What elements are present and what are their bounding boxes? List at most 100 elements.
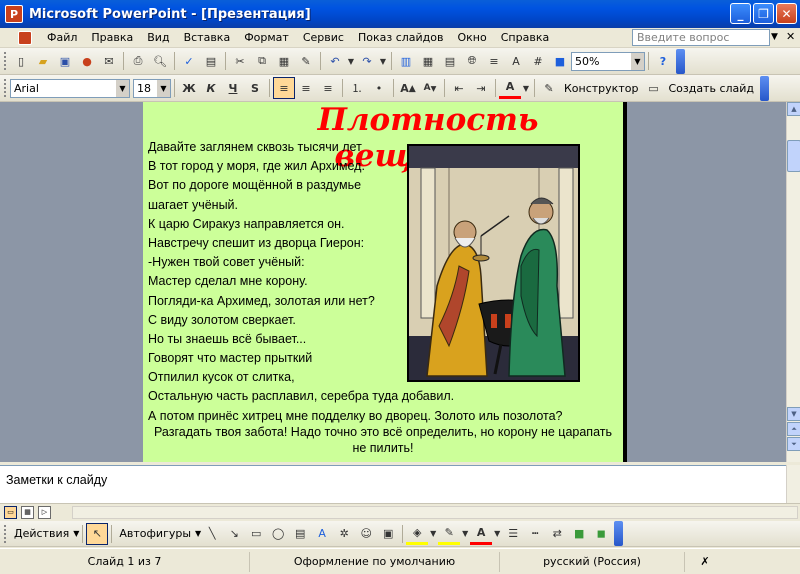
format-painter-icon[interactable]: ✎ bbox=[295, 50, 317, 72]
zoom-dropdown-icon[interactable]: ▼ bbox=[631, 52, 644, 70]
align-right-icon[interactable]: ≡ bbox=[317, 77, 339, 99]
slide-sorter-icon[interactable]: ▦ bbox=[21, 505, 34, 519]
shadow-button[interactable]: S bbox=[244, 77, 266, 99]
slide-canvas[interactable]: Плотность вещества Давайте заглянем скво… bbox=[143, 102, 627, 462]
toolbar-grip[interactable] bbox=[4, 52, 7, 70]
menu-slideshow[interactable]: Показ слайдов bbox=[351, 31, 451, 44]
wordart-icon[interactable]: A bbox=[311, 523, 333, 545]
increase-font-icon[interactable]: A ▲ bbox=[397, 77, 419, 99]
slideshow-icon[interactable]: ▷ bbox=[38, 505, 51, 519]
font-color-dropdown-icon[interactable]: ▼ bbox=[521, 77, 531, 99]
powerpoint-app-icon[interactable]: P bbox=[5, 5, 23, 23]
font-color-drawing-dropdown-icon[interactable]: ▼ bbox=[492, 523, 502, 545]
show-formatting-icon[interactable]: A bbox=[505, 50, 527, 72]
menu-file[interactable]: Файл bbox=[40, 31, 84, 44]
toolbar-grip[interactable] bbox=[4, 524, 7, 543]
toolbar-options-icon[interactable] bbox=[760, 75, 770, 101]
numbering-icon[interactable]: ⒈ bbox=[346, 77, 368, 99]
bullets-icon[interactable]: • bbox=[368, 77, 390, 99]
notes-scrollbar[interactable] bbox=[786, 465, 800, 503]
italic-button[interactable]: К bbox=[200, 77, 222, 99]
align-left-icon[interactable]: ≡ bbox=[273, 77, 295, 99]
arrow-icon[interactable]: ↘ bbox=[223, 523, 245, 545]
menu-tools[interactable]: Сервис bbox=[296, 31, 351, 44]
undo-dropdown-icon[interactable]: ▼ bbox=[346, 50, 356, 72]
undo-icon[interactable]: ↶ bbox=[324, 50, 346, 72]
align-center-icon[interactable]: ≡ bbox=[295, 77, 317, 99]
diagram-icon[interactable]: ✲ bbox=[333, 523, 355, 545]
archimedes-illustration[interactable] bbox=[407, 144, 580, 382]
new-icon[interactable]: ▯ bbox=[10, 50, 32, 72]
toolbar-grip[interactable] bbox=[4, 79, 7, 97]
toolbar-options-icon[interactable] bbox=[676, 48, 685, 74]
normal-view-icon[interactable]: ▭ bbox=[4, 505, 17, 519]
increase-indent-icon[interactable]: ⇥ bbox=[470, 77, 492, 99]
document-icon[interactable] bbox=[18, 30, 32, 45]
line-color-icon[interactable]: ✎ bbox=[438, 523, 461, 545]
textbox-icon[interactable]: ▤ bbox=[289, 523, 311, 545]
restore-button[interactable]: ❐ bbox=[753, 3, 774, 24]
print-preview-icon[interactable]: 🔍︎ bbox=[149, 50, 171, 72]
menu-help[interactable]: Справка bbox=[494, 31, 556, 44]
save-icon[interactable]: ▣ bbox=[54, 50, 76, 72]
line-style-icon[interactable]: ☰ bbox=[502, 523, 524, 545]
underline-button[interactable]: Ч bbox=[222, 77, 244, 99]
font-color-icon[interactable]: A bbox=[499, 77, 521, 99]
line-color-dropdown-icon[interactable]: ▼ bbox=[460, 523, 470, 545]
insert-chart-icon[interactable]: ▥ bbox=[395, 50, 417, 72]
document-close-icon[interactable]: ✕ bbox=[786, 30, 795, 43]
decrease-indent-icon[interactable]: ⇤ bbox=[448, 77, 470, 99]
print-icon[interactable]: ⎙ bbox=[127, 50, 149, 72]
font-select[interactable]: Arial ▼ bbox=[10, 78, 130, 98]
actions-menu[interactable]: Действия bbox=[10, 527, 73, 540]
scroll-up-icon[interactable]: ▲ bbox=[787, 102, 800, 116]
decrease-font-icon[interactable]: A ▼ bbox=[419, 77, 441, 99]
help-icon[interactable]: ? bbox=[652, 50, 674, 72]
menu-format[interactable]: Формат bbox=[237, 31, 296, 44]
arrow-style-icon[interactable]: ⇄ bbox=[546, 523, 568, 545]
designer-button[interactable]: Конструктор bbox=[560, 82, 642, 95]
ask-dropdown-icon[interactable]: ▼ bbox=[771, 32, 778, 42]
permission-icon[interactable]: ● bbox=[76, 50, 98, 72]
close-button[interactable]: ✕ bbox=[776, 3, 797, 24]
zoom-select[interactable]: 50% ▼ bbox=[571, 51, 645, 71]
new-slide-icon[interactable]: ▭ bbox=[642, 77, 664, 99]
scroll-thumb[interactable] bbox=[787, 140, 800, 172]
expand-all-icon[interactable]: ≡ bbox=[483, 50, 505, 72]
autoshapes-menu[interactable]: Автофигуры bbox=[115, 527, 195, 540]
previous-slide-icon[interactable]: ⏶ bbox=[787, 422, 800, 436]
scroll-down-icon[interactable]: ▼ bbox=[787, 407, 800, 421]
tables-borders-icon[interactable]: ▤ bbox=[439, 50, 461, 72]
spelling-status-icon[interactable]: ✗ bbox=[685, 552, 725, 572]
font-color-drawing-icon[interactable]: A bbox=[470, 523, 493, 545]
fill-color-icon[interactable]: ◈ bbox=[406, 523, 429, 545]
minimize-button[interactable]: _ bbox=[730, 3, 751, 24]
email-icon[interactable]: ✉ bbox=[98, 50, 120, 72]
fill-dropdown-icon[interactable]: ▼ bbox=[428, 523, 438, 545]
menu-view[interactable]: Вид bbox=[140, 31, 176, 44]
font-size-select[interactable]: 18 ▼ bbox=[133, 78, 171, 98]
color-grayscale-icon[interactable]: ■ bbox=[549, 50, 571, 72]
slide-vertical-scrollbar[interactable]: ▲ ▼ ⏶ ⏷ bbox=[786, 102, 800, 462]
copy-icon[interactable]: ⧉ bbox=[251, 50, 273, 72]
actions-dropdown-icon[interactable]: ▼ bbox=[73, 529, 79, 538]
toolbar-options-icon[interactable] bbox=[614, 521, 624, 546]
paste-icon[interactable]: ▦ bbox=[273, 50, 295, 72]
redo-icon[interactable]: ↷ bbox=[356, 50, 378, 72]
new-slide-button[interactable]: Создать слайд bbox=[664, 82, 758, 95]
menu-edit[interactable]: Правка bbox=[84, 31, 140, 44]
3d-style-icon[interactable]: ◼ bbox=[590, 523, 612, 545]
menu-window[interactable]: Окно bbox=[451, 31, 494, 44]
font-size-dropdown-icon[interactable]: ▼ bbox=[157, 79, 170, 97]
dash-style-icon[interactable]: ┅ bbox=[524, 523, 546, 545]
hyperlink-icon[interactable]: 🌐︎ bbox=[461, 50, 483, 72]
rectangle-icon[interactable]: ▭ bbox=[245, 523, 267, 545]
cut-icon[interactable]: ✂ bbox=[229, 50, 251, 72]
designer-icon[interactable]: ✎ bbox=[538, 77, 560, 99]
redo-dropdown-icon[interactable]: ▼ bbox=[378, 50, 388, 72]
menu-insert[interactable]: Вставка bbox=[177, 31, 238, 44]
shadow-style-icon[interactable]: ■ bbox=[568, 523, 590, 545]
open-icon[interactable]: ▰ bbox=[32, 50, 54, 72]
spelling-icon[interactable]: ✓ bbox=[178, 50, 200, 72]
notes-pane[interactable]: Заметки к слайду bbox=[0, 465, 786, 503]
